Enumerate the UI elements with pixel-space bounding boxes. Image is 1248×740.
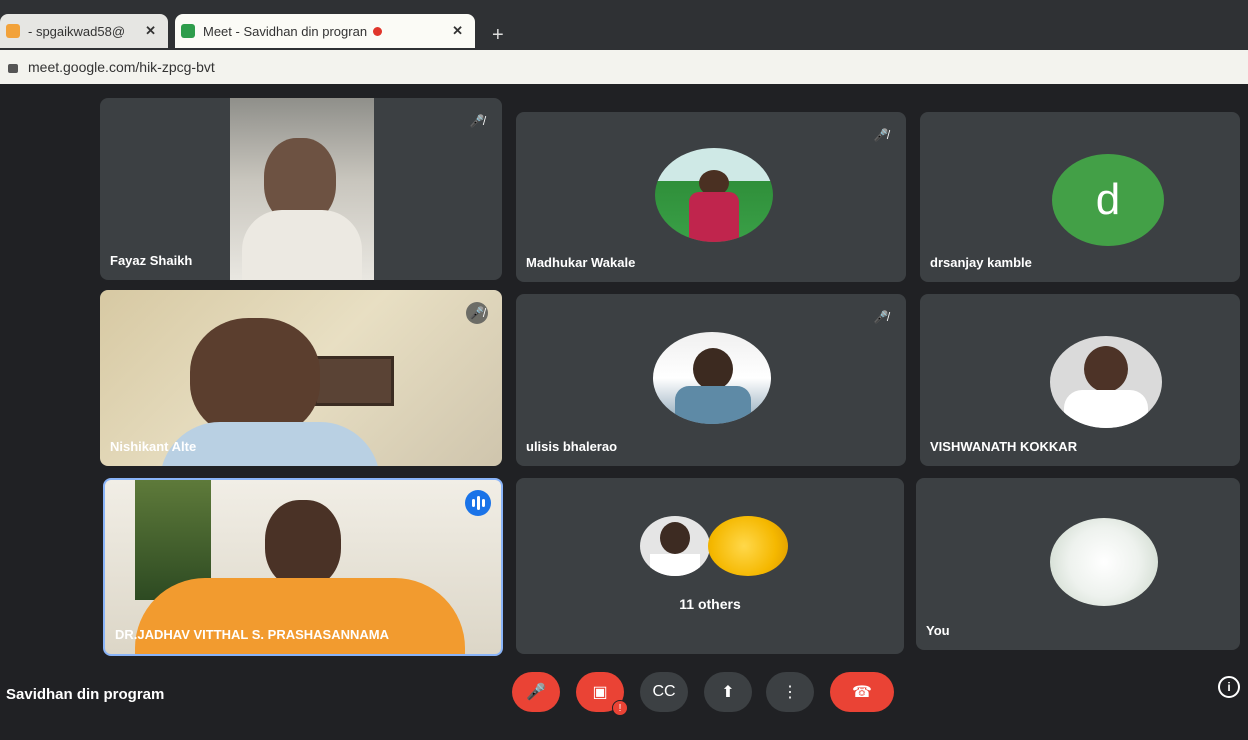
mic-off-icon: 🎤̸	[466, 302, 488, 324]
meet-favicon-icon	[181, 24, 195, 38]
participant-tile[interactable]: 🎤̸ Fayaz Shaikh	[100, 98, 502, 280]
wall-photo	[314, 356, 394, 406]
participant-avatar	[655, 148, 773, 242]
close-icon[interactable]: ✕	[452, 23, 463, 39]
participant-avatar	[653, 332, 771, 424]
tab-label: Meet - Savidhan din progran	[203, 23, 368, 39]
meeting-title: Savidhan din program	[6, 686, 165, 703]
present-button[interactable]: ⬆	[704, 672, 752, 712]
participant-video	[230, 98, 374, 280]
warning-icon: !	[612, 700, 628, 716]
info-icon[interactable]: i	[1218, 676, 1240, 698]
mic-toggle-button[interactable]: 🎤	[512, 672, 560, 712]
speaking-indicator-icon	[465, 490, 491, 516]
tab-gmail[interactable]: - spgaikwad58@ ✕	[0, 14, 168, 48]
url-text[interactable]: meet.google.com/hik-zpcg-bvt	[28, 59, 215, 75]
captions-icon: CC	[652, 683, 676, 700]
participant-tile-active[interactable]: DR.JADHAV VITTHAL S. PRASHASANNAMA	[103, 478, 503, 656]
participant-avatar-initial: d	[1052, 154, 1164, 246]
participant-tile-self[interactable]: You	[916, 478, 1240, 650]
participant-tile[interactable]: d drsanjay kamble	[920, 112, 1240, 282]
mic-off-icon: 🎤̸	[873, 128, 889, 142]
address-bar[interactable]: meet.google.com/hik-zpcg-bvt	[0, 50, 1248, 84]
participant-name: Madhukar Wakale	[526, 255, 636, 270]
new-tab-button[interactable]: +	[492, 24, 504, 47]
control-bar: Savidhan din program 🎤 ▣! CC ⬆ ⋮ ☎ i	[0, 660, 1248, 740]
meeting-area: 🎤̸ Fayaz Shaikh 🎤̸ Madhukar Wakale d drs…	[0, 84, 1248, 740]
participant-avatar	[640, 516, 710, 576]
others-count: 11 others	[679, 596, 741, 612]
participant-avatar	[1050, 336, 1162, 428]
more-vert-icon: ⋮	[782, 684, 798, 701]
tab-meet[interactable]: Meet - Savidhan din progran ✕	[175, 14, 475, 48]
participant-name: ulisis bhalerao	[526, 439, 618, 454]
recording-icon	[373, 26, 383, 36]
more-options-button[interactable]: ⋮	[766, 672, 814, 712]
participant-tile-others[interactable]: 11 others	[516, 478, 904, 654]
end-call-button[interactable]: ☎	[830, 672, 894, 712]
lock-icon	[8, 63, 18, 73]
tab-bar: - spgaikwad58@ ✕ Meet - Savidhan din pro…	[0, 6, 1248, 50]
tab-favicon-icon	[6, 24, 20, 38]
participant-tile[interactable]: 🎤̸ Madhukar Wakale	[516, 112, 906, 282]
participant-name: You	[926, 623, 950, 638]
participant-tile[interactable]: 🎤̸ Nishikant Alte	[100, 290, 502, 466]
camera-toggle-button[interactable]: ▣!	[576, 672, 628, 716]
mic-off-icon: 🎤̸	[873, 310, 889, 324]
end-call-icon: ☎	[852, 684, 872, 701]
mic-off-icon: 🎤	[526, 684, 546, 701]
close-icon[interactable]: ✕	[145, 23, 156, 39]
participant-video	[190, 318, 320, 438]
participant-tile[interactable]: 🎤̸ ulisis bhalerao	[516, 294, 906, 466]
participant-tile[interactable]: VISHWANATH KOKKAR	[920, 294, 1240, 466]
camera-off-icon: ▣	[592, 684, 608, 701]
participant-name: Nishikant Alte	[110, 439, 197, 454]
tab-label: - spgaikwad58@	[28, 23, 126, 39]
participant-avatar	[1050, 518, 1158, 606]
participant-name: drsanjay kamble	[930, 255, 1032, 270]
participant-name: DR.JADHAV VITTHAL S. PRASHASANNAMA	[115, 627, 389, 642]
captions-button[interactable]: CC	[640, 672, 688, 712]
participant-video	[265, 500, 341, 588]
mic-off-icon: 🎤̸	[469, 114, 485, 128]
participant-name: VISHWANATH KOKKAR	[930, 439, 1078, 454]
participant-avatar	[708, 516, 788, 576]
participant-name: Fayaz Shaikh	[110, 253, 193, 268]
present-screen-icon: ⬆	[721, 684, 735, 701]
